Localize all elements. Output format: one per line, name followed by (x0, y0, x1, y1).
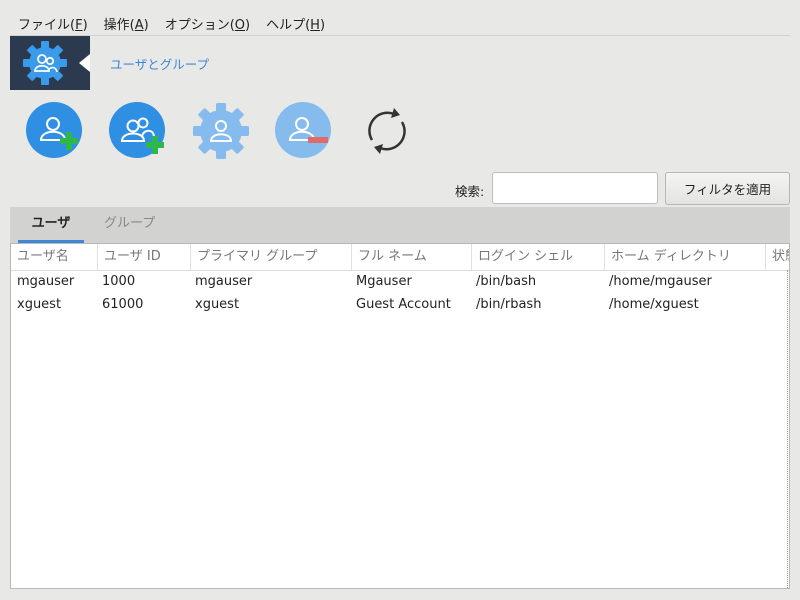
table-header: ユーザ名 ユーザ ID プライマリ グループ フル ネーム ログイン シェル ホ… (11, 244, 789, 271)
column-header-primary-group[interactable]: プライマリ グループ (191, 244, 352, 270)
cell-login-shell: /bin/rbash (476, 297, 542, 312)
menu-bar: ファイル(F) 操作(A) オプション(O) ヘルプ(H) (10, 10, 790, 36)
column-header-user-id[interactable]: ユーザ ID (98, 244, 191, 270)
menu-separator (10, 35, 790, 36)
add-group-button[interactable] (109, 102, 167, 160)
table-row[interactable]: xguest 61000 xguest Guest Account /bin/r… (11, 293, 789, 316)
menu-file[interactable]: ファイル(F) (10, 14, 96, 33)
cell-primary-group: mgauser (195, 274, 253, 289)
tab-groups[interactable]: グループ (94, 207, 165, 243)
column-divider (787, 270, 788, 588)
gear-icon (193, 103, 249, 159)
column-header-home-directory[interactable]: ホーム ディレクトリ (605, 244, 766, 270)
search-input[interactable] (492, 172, 658, 204)
cell-home-directory: /home/xguest (609, 297, 699, 312)
cell-user-id: 1000 (102, 274, 136, 289)
tab-bar: ユーザ グループ (10, 207, 790, 243)
menu-help[interactable]: ヘルプ(H) (258, 14, 333, 33)
refresh-button[interactable] (358, 102, 416, 160)
delete-button[interactable] (275, 102, 333, 160)
add-group-icon (109, 102, 165, 158)
cell-home-directory: /home/mgauser (609, 274, 712, 289)
menu-actions[interactable]: 操作(A) (96, 14, 157, 33)
add-user-icon (26, 102, 82, 158)
cell-full-name: Mgauser (356, 274, 412, 289)
users-gear-icon (23, 41, 67, 85)
add-user-button[interactable] (26, 102, 84, 160)
cell-user-id: 61000 (102, 297, 144, 312)
cell-primary-group: xguest (195, 297, 240, 312)
table-row[interactable]: mgauser 1000 mgauser Mgauser /bin/bash /… (11, 270, 789, 293)
apply-filter-button[interactable]: フィルタを適用 (665, 172, 790, 205)
cell-full-name: Guest Account (356, 297, 451, 312)
banner-title: ユーザとグループ (110, 57, 210, 72)
cell-username: xguest (17, 297, 62, 312)
banner (10, 36, 90, 90)
cell-username: mgauser (17, 274, 75, 289)
users-table: ユーザ名 ユーザ ID プライマリ グループ フル ネーム ログイン シェル ホ… (10, 243, 790, 589)
delete-user-icon (275, 102, 331, 158)
menu-options[interactable]: オプション(O) (157, 14, 258, 33)
refresh-icon (368, 108, 406, 154)
edit-button[interactable] (192, 102, 250, 160)
column-header-username[interactable]: ユーザ名 (11, 244, 98, 270)
cell-login-shell: /bin/bash (476, 274, 537, 289)
banner-notch (79, 54, 90, 72)
tab-users[interactable]: ユーザ (18, 207, 84, 243)
column-header-status[interactable]: 状態 (766, 244, 789, 270)
search-label: 検索: (455, 184, 485, 199)
column-header-login-shell[interactable]: ログイン シェル (472, 244, 605, 270)
column-header-full-name[interactable]: フル ネーム (352, 244, 472, 270)
